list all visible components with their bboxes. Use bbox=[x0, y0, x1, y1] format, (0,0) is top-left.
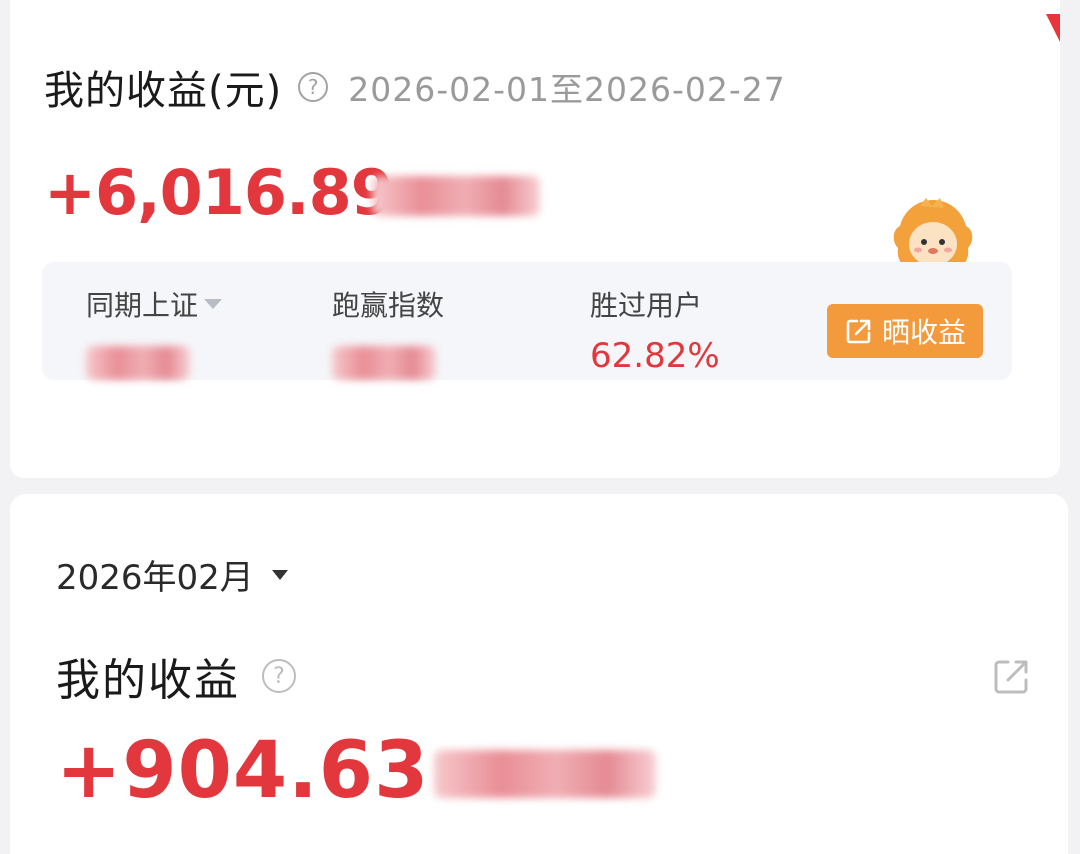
corner-marker bbox=[1046, 14, 1060, 42]
monthly-profit-value: +904.63 bbox=[56, 726, 430, 816]
share-profit-button[interactable]: 晒收益 bbox=[827, 304, 983, 358]
total-profit-value: +6,016.89 bbox=[44, 156, 394, 229]
date-range: 2026-02-01至2026-02-27 bbox=[348, 70, 786, 109]
blurred-index-value bbox=[86, 346, 190, 380]
monthly-profit-title: 我的收益 bbox=[56, 655, 240, 706]
help-icon[interactable]: ? bbox=[262, 659, 296, 693]
month-selector[interactable]: 2026年02月 bbox=[56, 550, 288, 599]
share-button-label: 晒收益 bbox=[881, 316, 966, 349]
blurred-beat-index-value bbox=[332, 346, 436, 380]
stat-label-index: 同期上证 bbox=[86, 289, 199, 322]
stat-beat-users: 胜过用户 62.82% bbox=[590, 284, 720, 376]
monthly-profit-card: 2026年02月 我的收益 ? +904.63 bbox=[10, 494, 1068, 854]
caret-down-icon[interactable] bbox=[204, 299, 223, 309]
blurred-profit-rate bbox=[372, 176, 540, 216]
stat-value-beat-users: 62.82% bbox=[590, 336, 720, 376]
help-icon[interactable]: ? bbox=[298, 72, 329, 102]
profit-summary-card: 我的收益(元) ? 2026-02-01至2026-02-27 +6,016.8… bbox=[10, 0, 1060, 478]
stat-label-beat-users: 胜过用户 bbox=[590, 289, 703, 322]
chevron-down-icon bbox=[271, 569, 288, 580]
summary-title: 我的收益(元) bbox=[44, 68, 283, 114]
share-icon[interactable] bbox=[990, 656, 1032, 698]
stat-index-compare[interactable]: 同期上证 bbox=[86, 284, 223, 380]
stat-beat-index: 跑赢指数 bbox=[332, 284, 444, 380]
summary-title-row: 我的收益(元) ? 2026-02-01至2026-02-27 bbox=[44, 58, 786, 116]
month-label: 2026年02月 bbox=[56, 558, 254, 598]
share-icon bbox=[846, 319, 871, 344]
monthly-title-row: 我的收益 ? bbox=[56, 644, 296, 708]
blurred-monthly-profit-rate bbox=[434, 750, 656, 798]
stats-panel: 同期上证 跑赢指数 胜过用户 62.82% 晒收益 bbox=[42, 262, 1012, 380]
stat-label-beat-index: 跑赢指数 bbox=[332, 289, 445, 322]
